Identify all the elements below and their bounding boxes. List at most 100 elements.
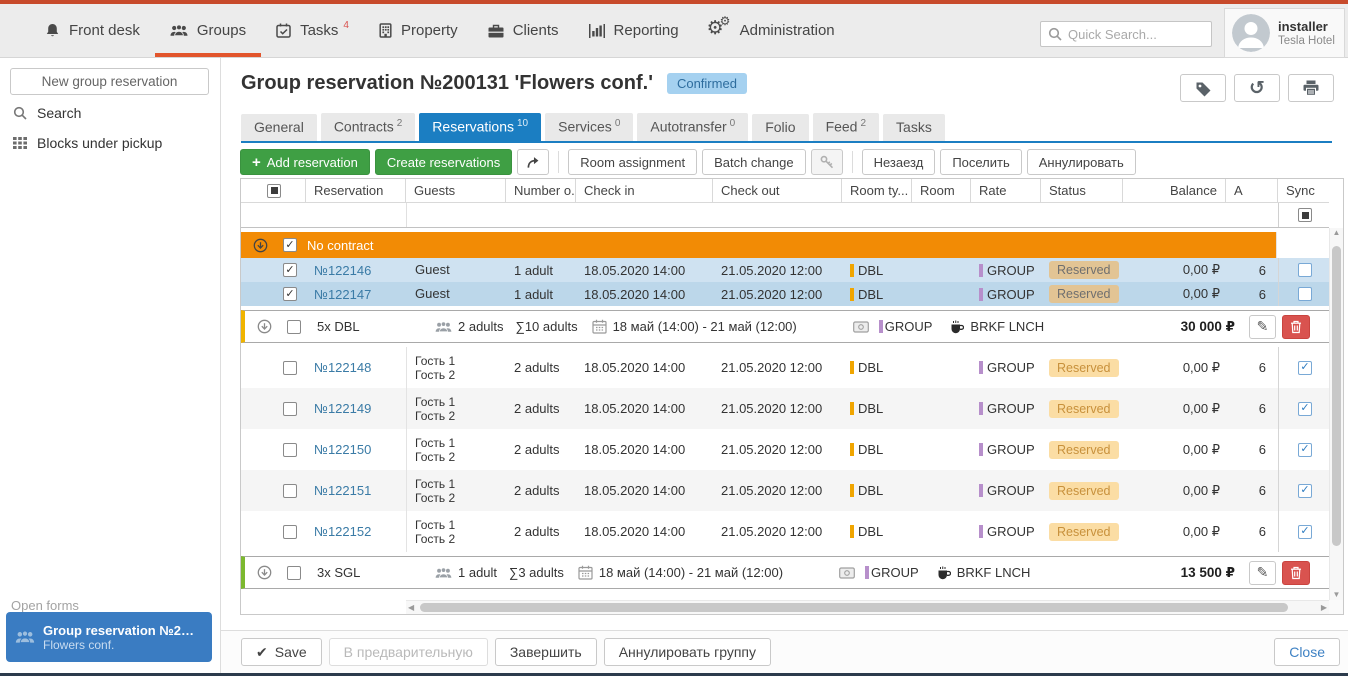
reservation-row[interactable]: №122146 Guest 1 adult 18.05.2020 14:00 2… [241, 258, 1329, 282]
contract-checkbox[interactable] [283, 238, 297, 252]
scroll-left-arrow[interactable]: ◀ [408, 604, 414, 612]
annul-button[interactable]: Аннулировать [1027, 149, 1136, 175]
tab-folio[interactable]: Folio [752, 114, 808, 141]
nav-clients[interactable]: Clients [473, 4, 574, 57]
no-show-button[interactable]: Незаезд [862, 149, 936, 175]
sidebar-item-blocks-under-pickup[interactable]: Blocks under pickup [13, 135, 162, 151]
save-button[interactable]: ✔Save [241, 638, 322, 666]
scroll-right-arrow[interactable]: ▶ [1321, 604, 1327, 612]
reservation-link[interactable]: №122150 [314, 442, 371, 457]
reservation-link[interactable]: №122147 [314, 287, 371, 302]
close-button[interactable]: Close [1274, 638, 1340, 666]
quick-search-box[interactable] [1040, 21, 1212, 47]
sync-checkbox[interactable] [1298, 263, 1312, 277]
column-header-roomtype[interactable]: Room ty... [842, 179, 912, 202]
forward-button[interactable] [517, 149, 549, 175]
to-draft-button[interactable]: В предварительную [329, 638, 488, 666]
column-header-sel[interactable] [241, 179, 306, 202]
collapse-group-icon[interactable] [253, 238, 268, 253]
edit-block-button[interactable]: ✎ [1249, 561, 1276, 585]
column-header-room[interactable]: Room [912, 179, 971, 202]
quick-search-input[interactable] [1068, 27, 1204, 42]
row-select-checkbox[interactable] [283, 525, 297, 539]
reservation-row[interactable]: №122151 Гость 1Гость 2 2 adults 18.05.20… [241, 470, 1329, 511]
block-checkbox[interactable] [287, 320, 301, 334]
sync-filter-checkbox[interactable] [1298, 208, 1312, 222]
column-header-status[interactable]: Status [1041, 179, 1123, 202]
sync-checkbox[interactable] [1298, 443, 1312, 457]
row-select-checkbox[interactable] [283, 443, 297, 457]
reservation-row[interactable]: №122150 Гость 1Гость 2 2 adults 18.05.20… [241, 429, 1329, 470]
vertical-scroll-thumb[interactable] [1332, 246, 1341, 546]
row-select-checkbox[interactable] [283, 484, 297, 498]
tab-services[interactable]: Services0 [545, 113, 633, 141]
annul-group-button[interactable]: Аннулировать группу [604, 638, 771, 666]
history-button[interactable]: ↺ [1234, 74, 1280, 102]
row-select-checkbox[interactable] [283, 263, 297, 277]
delete-block-button[interactable] [1282, 315, 1310, 339]
reservation-link[interactable]: №122148 [314, 360, 371, 375]
add-reservation-button[interactable]: +Add reservation [240, 149, 370, 175]
new-group-reservation-button[interactable]: New group reservation [10, 68, 209, 95]
tab-autotransfer[interactable]: Autotransfer0 [637, 113, 748, 141]
nav-reporting[interactable]: Reporting [574, 4, 694, 57]
tab-reservations[interactable]: Reservations10 [419, 113, 541, 141]
block-checkbox[interactable] [287, 566, 301, 580]
column-header-guests[interactable]: Guests [406, 179, 506, 202]
collapse-group-icon[interactable] [257, 565, 272, 580]
room-block-row[interactable]: 5x DBL 2 adults ∑10 adults 18 май (14:00… [241, 310, 1329, 343]
key-button[interactable] [811, 149, 843, 175]
tab-feed[interactable]: Feed2 [813, 113, 879, 141]
sidebar-item-search[interactable]: Search [13, 105, 81, 121]
column-header-balance[interactable]: Balance [1123, 179, 1226, 202]
column-header-sync[interactable]: Sync [1278, 179, 1331, 202]
nav-property[interactable]: Property [364, 4, 473, 57]
column-header-reservation[interactable]: Reservation [306, 179, 406, 202]
column-header-a[interactable]: A [1226, 179, 1278, 202]
reservation-link[interactable]: №122152 [314, 524, 371, 539]
nav-administration[interactable]: ⚙⚙ Administration [694, 4, 850, 57]
sync-checkbox[interactable] [1298, 525, 1312, 539]
scroll-down-arrow[interactable]: ▼ [1333, 591, 1341, 599]
row-select-checkbox[interactable] [283, 361, 297, 375]
column-header-checkin[interactable]: Check in [576, 179, 713, 202]
reservation-row[interactable]: №122147 Guest 1 adult 18.05.2020 14:00 2… [241, 282, 1329, 306]
vertical-scrollbar[interactable]: ▲ ▼ [1329, 228, 1343, 600]
select-all-checkbox[interactable] [267, 184, 281, 198]
collapse-group-icon[interactable] [257, 319, 272, 334]
reservation-link[interactable]: №122146 [314, 263, 371, 278]
sync-checkbox[interactable] [1298, 484, 1312, 498]
reservation-row[interactable]: №122149 Гость 1Гость 2 2 adults 18.05.20… [241, 388, 1329, 429]
tab-general[interactable]: General [241, 114, 317, 141]
column-header-checkout[interactable]: Check out [713, 179, 842, 202]
reservation-row[interactable]: №122148 Гость 1Гость 2 2 adults 18.05.20… [241, 347, 1329, 388]
scroll-up-arrow[interactable]: ▲ [1333, 229, 1341, 237]
reservation-link[interactable]: №122149 [314, 401, 371, 416]
reservation-row[interactable]: №122152 Гость 1Гость 2 2 adults 18.05.20… [241, 511, 1329, 552]
room-assignment-button[interactable]: Room assignment [568, 149, 697, 175]
print-button[interactable] [1288, 74, 1334, 102]
user-menu[interactable]: installer Tesla Hotel [1224, 8, 1345, 58]
row-select-checkbox[interactable] [283, 287, 297, 301]
nav-groups[interactable]: Groups [155, 4, 261, 57]
horizontal-scrollbar[interactable]: ◀ ▶ [406, 600, 1329, 614]
tab-contracts[interactable]: Contracts2 [321, 113, 415, 141]
sync-checkbox[interactable] [1298, 402, 1312, 416]
tag-button[interactable] [1180, 74, 1226, 102]
delete-block-button[interactable] [1282, 561, 1310, 585]
row-select-checkbox[interactable] [283, 402, 297, 416]
nav-tasks[interactable]: Tasks4 [261, 4, 364, 57]
sync-checkbox[interactable] [1298, 361, 1312, 375]
finish-button[interactable]: Завершить [495, 638, 597, 666]
contract-group-row[interactable]: No contract [241, 232, 1329, 258]
edit-block-button[interactable]: ✎ [1249, 315, 1276, 339]
horizontal-scroll-thumb[interactable] [420, 603, 1288, 612]
column-header-rate[interactable]: Rate [971, 179, 1041, 202]
tab-tasks[interactable]: Tasks [883, 114, 945, 141]
room-block-row[interactable]: 3x SGL 1 adult ∑3 adults 18 май (14:00) … [241, 556, 1329, 589]
batch-change-button[interactable]: Batch change [702, 149, 806, 175]
check-in-button[interactable]: Поселить [940, 149, 1021, 175]
nav-front-desk[interactable]: Front desk [30, 4, 155, 57]
sync-checkbox[interactable] [1298, 287, 1312, 301]
column-header-num[interactable]: Number o... [506, 179, 576, 202]
